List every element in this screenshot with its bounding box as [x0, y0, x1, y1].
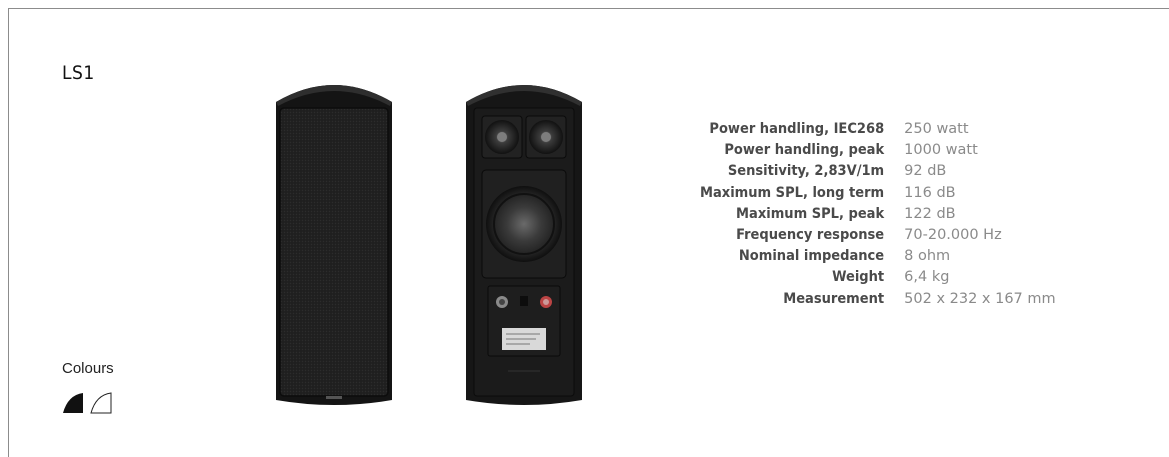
spec-row: Frequency response 70-20.000 Hz: [700, 225, 1056, 246]
spec-value: 8 ohm: [904, 248, 951, 265]
spec-row: Power handling, peak 1000 watt: [700, 140, 1056, 161]
spec-row: Nominal impedance 8 ohm: [700, 246, 1056, 267]
spec-label: Frequency response: [736, 227, 885, 244]
spec-value: 1000 watt: [904, 142, 978, 159]
speaker-back: [466, 85, 582, 405]
spec-row: Power handling, IEC268 250 watt: [700, 119, 1056, 140]
spec-row: Weight 6,4 kg: [700, 267, 1056, 288]
spec-row: Measurement 502 x 232 x 167 mm: [700, 289, 1056, 310]
spec-value: 70-20.000 Hz: [904, 227, 1002, 244]
spec-label: Measurement: [783, 290, 885, 307]
colours-label: Colours: [62, 360, 114, 377]
spec-label: Sensitivity, 2,83V/1m: [727, 163, 885, 180]
black-colour-swatch[interactable]: [62, 392, 84, 414]
spec-value: 6,4 kg: [904, 269, 950, 286]
spec-row: Maximum SPL, long term 116 dB: [700, 183, 1056, 204]
spec-row: Sensitivity, 2,83V/1m 92 dB: [700, 161, 1056, 182]
spec-value: 122 dB: [904, 205, 956, 222]
spec-label: Maximum SPL, long term: [700, 184, 885, 201]
white-colour-swatch[interactable]: [90, 392, 112, 414]
speaker-front: [276, 85, 392, 405]
spec-label: Nominal impedance: [738, 248, 885, 265]
spec-label: Power handling, peak: [724, 142, 885, 159]
spec-label: Maximum SPL, peak: [736, 205, 885, 222]
spec-value: 502 x 232 x 167 mm: [904, 290, 1056, 307]
spec-table: Power handling, IEC268 250 watt Power ha…: [700, 119, 1056, 310]
spec-label: Weight: [832, 269, 885, 286]
product-title: LS1: [62, 62, 95, 84]
spec-value: 92 dB: [904, 163, 947, 180]
spec-value: 116 dB: [904, 184, 956, 201]
product-image: [268, 66, 608, 416]
spec-value: 250 watt: [904, 121, 969, 137]
spec-row: Maximum SPL, peak 122 dB: [700, 204, 1056, 225]
colour-swatches: [62, 392, 112, 414]
speaker-image: [276, 85, 582, 405]
spec-label: Power handling, IEC268: [709, 121, 885, 137]
